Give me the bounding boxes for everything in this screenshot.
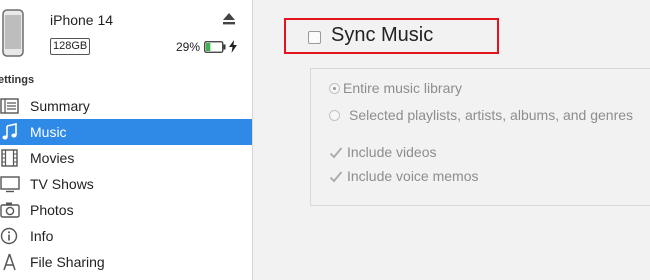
sidebar-item-music[interactable]: Music — [0, 119, 252, 145]
sidebar-item-label: Summary — [30, 98, 90, 114]
music-settings-pane: Sync Music Entire music library Selected… — [253, 0, 650, 280]
phone-icon — [2, 9, 24, 57]
checkmark-icon[interactable] — [329, 146, 343, 160]
checkmark-icon[interactable] — [329, 170, 343, 184]
sidebar-item-summary[interactable]: Summary — [0, 93, 252, 119]
eject-icon[interactable] — [222, 12, 236, 26]
device-header: iPhone 14 128GB 29% — [0, 0, 252, 70]
radio-label: Entire music library — [343, 80, 463, 96]
sidebar-item-photos[interactable]: Photos — [0, 197, 252, 223]
sidebar-item-label: File Sharing — [30, 254, 105, 270]
sidebar-item-label: Movies — [30, 150, 75, 166]
sync-music-label: Sync Music — [331, 24, 434, 46]
radio-button[interactable] — [329, 83, 340, 94]
settings-heading: ettings — [0, 74, 35, 86]
settings-nav: Summary Music Movies TV Shows Photos Inf… — [0, 93, 252, 275]
radio-label: Selected playlists, artists, albums, and… — [349, 107, 634, 123]
sidebar-item-label: Music — [30, 124, 67, 140]
camera-icon — [0, 202, 20, 218]
sidebar-item-label: Photos — [30, 202, 74, 218]
tv-icon — [0, 176, 20, 193]
sidebar-item-info[interactable]: Info — [0, 223, 252, 249]
sidebar-item-tv-shows[interactable]: TV Shows — [0, 171, 252, 197]
sidebar: iPhone 14 128GB 29% ettings Summary Musi… — [0, 0, 253, 280]
film-icon — [1, 149, 18, 167]
sidebar-item-movies[interactable]: Movies — [0, 145, 252, 171]
sidebar-item-label: Info — [30, 228, 54, 244]
file-sharing-icon — [3, 253, 16, 271]
sync-checkbox-box[interactable] — [308, 31, 321, 44]
device-name: iPhone 14 — [50, 12, 114, 28]
charging-bolt-icon — [229, 40, 237, 53]
battery-icon — [204, 41, 226, 53]
checkbox-label: Include videos — [347, 144, 437, 160]
battery-percentage: 29% — [176, 40, 201, 54]
sync-options-panel: Entire music library Selected playlists,… — [310, 68, 650, 206]
radio-button[interactable] — [329, 110, 340, 121]
sidebar-item-label: TV Shows — [30, 176, 94, 192]
capacity-badge: 128GB — [50, 38, 91, 55]
sidebar-item-file-sharing[interactable]: File Sharing — [0, 249, 252, 275]
battery-fill — [206, 43, 211, 51]
checkbox-label: Include voice memos — [347, 168, 479, 184]
summary-icon — [0, 98, 19, 114]
music-note-icon — [2, 123, 17, 140]
info-icon — [0, 227, 18, 245]
